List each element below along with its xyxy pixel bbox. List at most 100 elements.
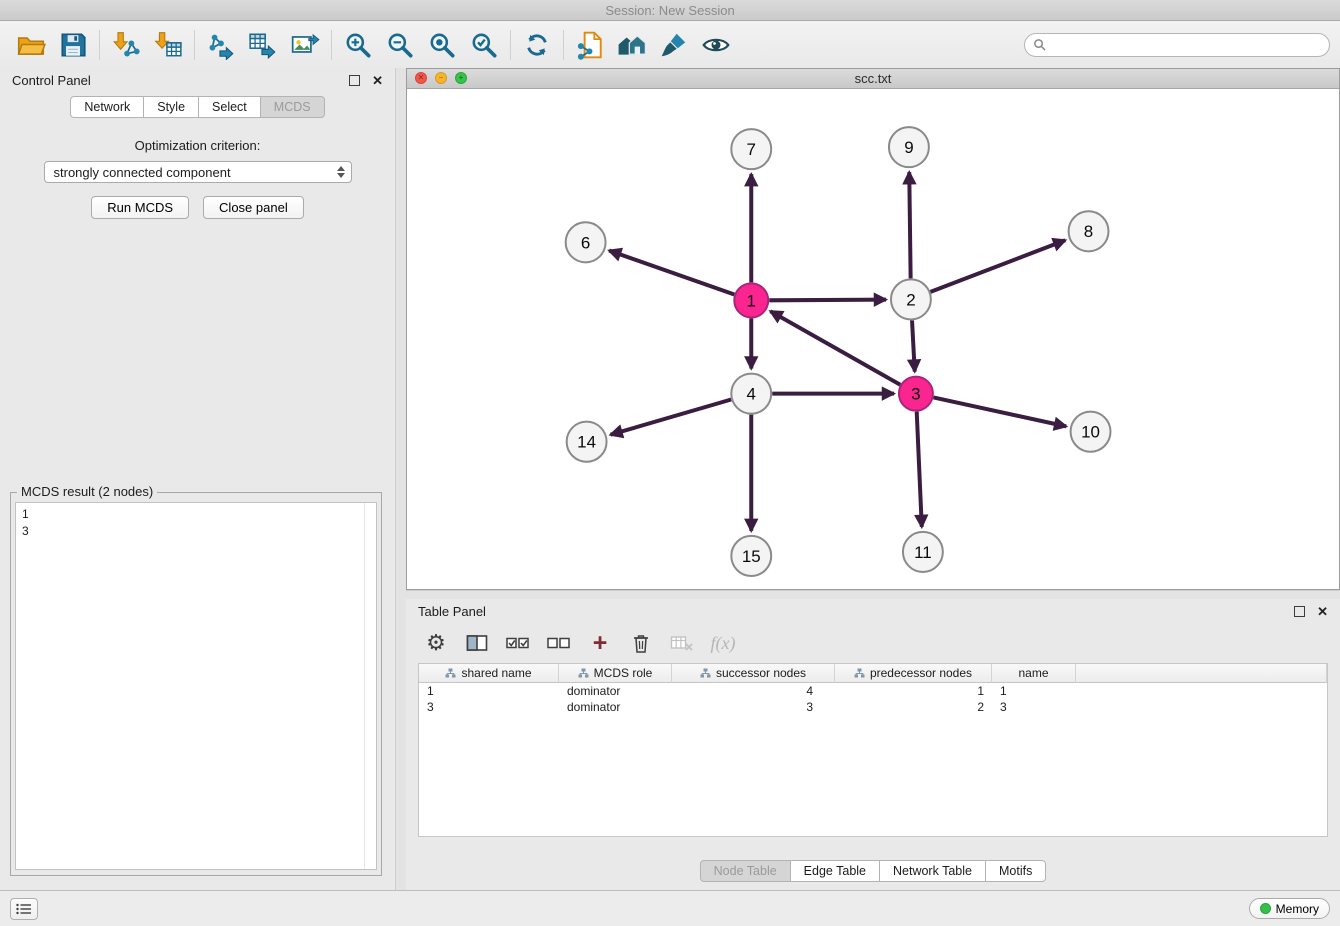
network-node[interactable]: 14 bbox=[567, 422, 607, 462]
create-column-button[interactable]: + bbox=[588, 631, 612, 655]
tab-edge-table[interactable]: Edge Table bbox=[791, 860, 880, 882]
table-row[interactable]: 1 dominator 4 1 1 bbox=[419, 683, 1327, 699]
import-network-icon bbox=[111, 30, 141, 60]
cell-predecessor-nodes[interactable]: 2 bbox=[835, 699, 992, 715]
zoom-in-button[interactable] bbox=[337, 24, 379, 66]
float-panel-icon[interactable] bbox=[349, 75, 360, 86]
column-header-mcds-role[interactable]: MCDS role bbox=[559, 664, 672, 683]
network-edge[interactable] bbox=[611, 399, 732, 434]
network-node[interactable]: 9 bbox=[889, 127, 929, 167]
zoom-selected-button[interactable] bbox=[463, 24, 505, 66]
vertical-splitter[interactable] bbox=[395, 68, 406, 890]
network-node[interactable]: 11 bbox=[903, 532, 943, 572]
cell-predecessor-nodes[interactable]: 1 bbox=[835, 683, 992, 699]
zoom-fit-button[interactable] bbox=[421, 24, 463, 66]
cell-successor-nodes[interactable]: 4 bbox=[672, 683, 835, 699]
column-header-predecessor-nodes[interactable]: predecessor nodes bbox=[835, 664, 992, 683]
tab-style[interactable]: Style bbox=[144, 96, 199, 118]
network-edge[interactable] bbox=[912, 320, 915, 371]
export-image-icon bbox=[290, 30, 320, 60]
window-close-icon[interactable]: ✕ bbox=[415, 72, 427, 84]
table-settings-button[interactable]: ⚙ bbox=[424, 631, 448, 655]
unselect-all-columns-button[interactable] bbox=[547, 631, 571, 655]
cell-name[interactable]: 1 bbox=[992, 683, 1076, 699]
trash-icon bbox=[630, 632, 652, 654]
select-all-columns-button[interactable] bbox=[506, 631, 530, 655]
cell-name[interactable]: 3 bbox=[992, 699, 1076, 715]
close-panel-icon[interactable]: ✕ bbox=[372, 74, 383, 87]
delete-table-button[interactable] bbox=[670, 631, 694, 655]
network-node-label: 15 bbox=[742, 547, 761, 566]
zoom-out-button[interactable] bbox=[379, 24, 421, 66]
network-node[interactable]: 3 bbox=[899, 377, 933, 411]
network-edge[interactable] bbox=[769, 300, 886, 301]
column-type-icon bbox=[445, 668, 456, 678]
tab-select[interactable]: Select bbox=[199, 96, 261, 118]
apply-layout-button[interactable] bbox=[516, 24, 558, 66]
tab-network[interactable]: Network bbox=[70, 96, 144, 118]
mcds-result-line: 3 bbox=[22, 523, 370, 540]
network-edge[interactable] bbox=[909, 172, 910, 278]
search-box[interactable] bbox=[1024, 33, 1330, 57]
table-header-row: shared name MCDS role successor nodes bbox=[419, 664, 1327, 683]
export-table-button[interactable] bbox=[242, 24, 284, 66]
tab-mcds[interactable]: MCDS bbox=[261, 96, 325, 118]
export-image-button[interactable] bbox=[284, 24, 326, 66]
cell-filler bbox=[1076, 683, 1327, 699]
network-edge[interactable] bbox=[930, 240, 1065, 292]
show-graphics-details-button[interactable] bbox=[695, 24, 737, 66]
search-input[interactable] bbox=[1051, 37, 1321, 53]
criterion-dropdown[interactable]: strongly connected component bbox=[44, 161, 352, 183]
network-canvas[interactable]: 7 9 6 8 1 2 4 3 14 10 15 11 bbox=[407, 89, 1339, 589]
table-row[interactable]: 3 dominator 3 2 3 bbox=[419, 699, 1327, 715]
network-node[interactable]: 6 bbox=[566, 222, 606, 262]
network-node[interactable]: 2 bbox=[891, 279, 931, 319]
network-graph[interactable]: 7 9 6 8 1 2 4 3 14 10 15 11 bbox=[407, 89, 1339, 589]
cell-mcds-role[interactable]: dominator bbox=[559, 699, 672, 715]
float-table-panel-icon[interactable] bbox=[1294, 606, 1305, 617]
run-mcds-button[interactable]: Run MCDS bbox=[91, 196, 189, 219]
tab-network-table[interactable]: Network Table bbox=[880, 860, 986, 882]
network-node[interactable]: 1 bbox=[734, 283, 768, 317]
show-columns-button[interactable] bbox=[465, 631, 489, 655]
network-edge[interactable] bbox=[609, 251, 734, 295]
magnifier-fit-icon bbox=[427, 30, 457, 60]
delete-column-button[interactable] bbox=[629, 631, 653, 655]
save-session-button[interactable] bbox=[52, 24, 94, 66]
network-edge[interactable] bbox=[917, 412, 922, 527]
network-node[interactable]: 15 bbox=[731, 536, 771, 576]
window-minimize-icon[interactable]: − bbox=[435, 72, 447, 84]
paintbrush-button[interactable] bbox=[653, 24, 695, 66]
network-edge[interactable] bbox=[770, 311, 900, 385]
close-panel-button[interactable]: Close panel bbox=[203, 196, 304, 219]
memory-button[interactable]: Memory bbox=[1249, 898, 1330, 919]
horizontal-splitter[interactable] bbox=[406, 590, 1340, 599]
cell-mcds-role[interactable]: dominator bbox=[559, 683, 672, 699]
network-node[interactable]: 4 bbox=[731, 374, 771, 414]
tab-motifs[interactable]: Motifs bbox=[986, 860, 1046, 882]
network-node[interactable]: 8 bbox=[1069, 211, 1109, 251]
network-document-button[interactable] bbox=[569, 24, 611, 66]
import-network-button[interactable] bbox=[105, 24, 147, 66]
column-header-successor-nodes[interactable]: successor nodes bbox=[672, 664, 835, 683]
open-session-button[interactable] bbox=[10, 24, 52, 66]
export-network-button[interactable] bbox=[200, 24, 242, 66]
tab-node-table[interactable]: Node Table bbox=[700, 860, 791, 882]
network-node[interactable]: 7 bbox=[731, 129, 771, 169]
network-node[interactable]: 10 bbox=[1071, 412, 1111, 452]
window-zoom-icon[interactable]: + bbox=[455, 72, 467, 84]
import-table-button[interactable] bbox=[147, 24, 189, 66]
column-header-name[interactable]: name bbox=[992, 664, 1076, 683]
mcds-result-list[interactable]: 1 3 bbox=[15, 502, 377, 870]
network-node-label: 10 bbox=[1081, 423, 1100, 442]
cell-shared-name[interactable]: 3 bbox=[419, 699, 559, 715]
show-panel-list-button[interactable] bbox=[10, 898, 38, 920]
search-icon bbox=[1033, 38, 1046, 51]
close-table-panel-icon[interactable]: ✕ bbox=[1317, 605, 1328, 618]
function-builder-button[interactable]: f(x) bbox=[711, 631, 735, 655]
network-edge[interactable] bbox=[933, 397, 1066, 426]
cell-successor-nodes[interactable]: 3 bbox=[672, 699, 835, 715]
homes-button[interactable] bbox=[611, 24, 653, 66]
cell-shared-name[interactable]: 1 bbox=[419, 683, 559, 699]
column-header-shared-name[interactable]: shared name bbox=[419, 664, 559, 683]
